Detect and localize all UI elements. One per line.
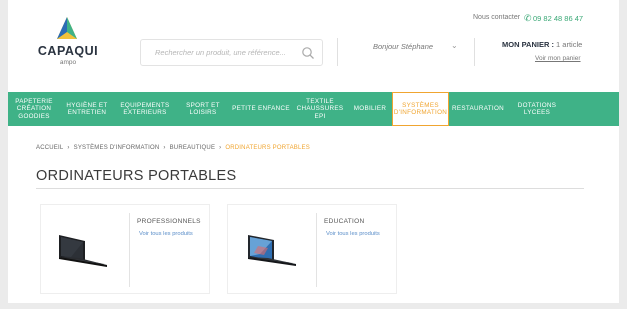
cart-count: 1 article (556, 40, 583, 49)
account-greeting[interactable]: Bonjour Stéphane (373, 42, 433, 51)
nav-item-systemes-information[interactable]: SYSTÈMES D'INFORMATION (392, 92, 449, 126)
logo-triangle-icon (57, 17, 77, 39)
view-cart-link[interactable]: Voir mon panier (535, 55, 581, 62)
nav-item-petite-enfance[interactable]: PETITE ENFANCE (230, 92, 292, 126)
breadcrumb: ACCUEIL › SYSTÈMES D'INFORMATION › BUREAUTIQ… (36, 145, 310, 151)
capaqui-logo[interactable]: CAPAQUI ampo (32, 16, 104, 66)
logo-subtext: ampo (59, 59, 77, 66)
cart-label: MON PANIER : (502, 40, 554, 49)
header-divider (474, 38, 475, 66)
cart-summary[interactable]: MON PANIER : 1 article (502, 40, 582, 49)
phone-number[interactable]: ✆09 82 48 86 47 (524, 13, 583, 24)
chevron-down-icon[interactable]: ⌄ (451, 41, 458, 50)
card-divider (316, 213, 317, 287)
category-card-education[interactable]: EDUCATION Voir tous les produits (227, 204, 397, 294)
breadcrumb-separator: › (67, 145, 70, 151)
header-divider (337, 38, 338, 66)
laptop-black-icon[interactable] (45, 213, 121, 287)
nav-item-textile[interactable]: TEXTILE CHAUSSURES EPI (292, 92, 348, 126)
breadcrumb-item[interactable]: ACCUEIL (36, 145, 63, 151)
category-card-professionnels[interactable]: PROFESSIONNELS Voir tous les produits (40, 204, 210, 294)
nav-item-dotations[interactable]: DOTATIONS LYCEES (507, 92, 567, 126)
search-box[interactable]: Rechercher un produit, une référence... (140, 39, 323, 66)
logo-text: CAPAQUI (37, 44, 99, 58)
card-title[interactable]: PROFESSIONNELS (137, 218, 201, 225)
search-icon[interactable] (301, 46, 315, 60)
page-title: ORDINATEURS PORTABLES (36, 168, 237, 184)
breadcrumb-item[interactable]: BUREAUTIQUE (170, 145, 216, 151)
search-input[interactable]: Rechercher un produit, une référence... (155, 48, 286, 57)
breadcrumb-separator: › (219, 145, 222, 151)
phone-icon: ✆ (524, 13, 532, 23)
view-all-products-link[interactable]: Voir tous les produits (326, 230, 388, 238)
view-all-products-link[interactable]: Voir tous les produits (139, 230, 201, 238)
contact-link[interactable]: Nous contacter (473, 14, 520, 21)
nav-item-papeterie[interactable]: PAPETERIE CRÉATION GOODIES (8, 92, 60, 126)
nav-item-sport[interactable]: SPORT ET LOISIRS (176, 92, 230, 126)
nav-item-hygiene[interactable]: HYGIÈNE ET ENTRETIEN (60, 92, 114, 126)
nav-item-mobilier[interactable]: MOBILIER (348, 92, 392, 126)
nav-item-restauration[interactable]: RESTAURATION (449, 92, 507, 126)
breadcrumb-item[interactable]: SYSTÈMES D'INFORMATION (74, 145, 160, 151)
laptop-blue-icon[interactable] (232, 213, 308, 287)
phone-text: 09 82 48 86 47 (533, 14, 584, 23)
card-divider (129, 213, 130, 287)
breadcrumb-separator: › (163, 145, 166, 151)
title-divider (36, 188, 584, 189)
main-navigation: PAPETERIE CRÉATION GOODIES HYGIÈNE ET EN… (8, 92, 619, 126)
card-title[interactable]: EDUCATION (324, 218, 365, 225)
breadcrumb-current: ORDINATEURS PORTABLES (225, 145, 310, 151)
nav-item-equipements[interactable]: EQUIPEMENTS EXTERIEURS (114, 92, 176, 126)
